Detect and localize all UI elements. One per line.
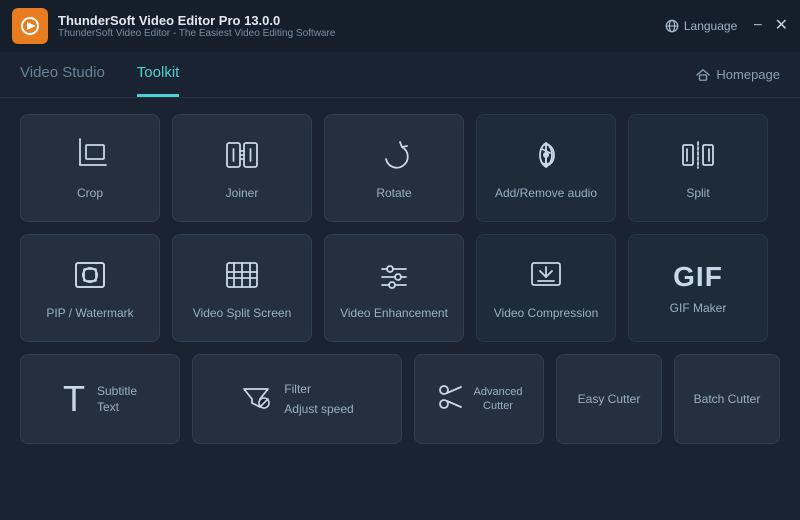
- tool-split[interactable]: Split: [628, 114, 768, 222]
- crop-label: Crop: [77, 186, 103, 200]
- title-bar-right: Language − ✕: [665, 18, 788, 34]
- window-controls: − ✕: [753, 18, 788, 34]
- rotate-label: Rotate: [376, 186, 411, 200]
- advanced-cutter-label1: Advanced: [474, 386, 523, 398]
- minimize-button[interactable]: −: [753, 18, 762, 34]
- split-icon: [680, 137, 716, 178]
- tool-rotate[interactable]: Rotate: [324, 114, 464, 222]
- homepage-button[interactable]: Homepage: [696, 67, 780, 82]
- easy-cutter-label: Easy Cutter: [578, 391, 641, 408]
- enhancement-label: Video Enhancement: [340, 306, 448, 320]
- compression-label: Video Compression: [494, 306, 599, 320]
- rotate-icon: [376, 137, 412, 178]
- tool-video-split-screen[interactable]: Video Split Screen: [172, 234, 312, 342]
- pip-icon: [72, 257, 108, 298]
- tool-subtitle-text[interactable]: T Subtitle Text: [20, 354, 180, 444]
- tool-gif-maker[interactable]: GIF GIF Maker: [628, 234, 768, 342]
- compression-icon: [528, 257, 564, 298]
- text-label: Text: [97, 400, 137, 414]
- app-title-block: ThunderSoft Video Editor Pro 13.0.0 Thun…: [58, 13, 335, 39]
- close-button[interactable]: ✕: [775, 18, 788, 34]
- subtitle-label: Subtitle: [97, 384, 137, 398]
- audio-icon: [528, 137, 564, 178]
- tool-batch-cutter[interactable]: Batch Cutter: [674, 354, 780, 444]
- tool-row-3: T Subtitle Text Filter Adjust speed: [20, 354, 780, 444]
- crop-icon: [72, 137, 108, 178]
- app-title: ThunderSoft Video Editor Pro 13.0.0: [58, 13, 335, 28]
- advanced-cutter-icon: [436, 382, 466, 417]
- enhancement-icon: [376, 257, 412, 298]
- tool-video-enhancement[interactable]: Video Enhancement: [324, 234, 464, 342]
- tab-toolkit[interactable]: Toolkit: [137, 52, 180, 97]
- joiner-icon: [224, 137, 260, 178]
- tab-video-studio[interactable]: Video Studio: [20, 52, 105, 97]
- split-label: Split: [686, 186, 709, 200]
- add-remove-audio-label: Add/Remove audio: [495, 186, 597, 200]
- tool-pip-watermark[interactable]: PIP / Watermark: [20, 234, 160, 342]
- tool-row-1: Crop Joiner: [20, 114, 780, 222]
- app-subtitle: ThunderSoft Video Editor - The Easiest V…: [58, 28, 335, 39]
- tool-filter-adjust[interactable]: Filter Adjust speed: [192, 354, 402, 444]
- batch-cutter-label: Batch Cutter: [694, 391, 761, 408]
- tool-row-2: PIP / Watermark Video Split Screen: [20, 234, 780, 342]
- homepage-label: Homepage: [716, 67, 780, 82]
- main-content: Crop Joiner: [0, 98, 800, 460]
- joiner-label: Joiner: [226, 186, 259, 200]
- nav-tabs: Video Studio Toolkit: [20, 52, 179, 97]
- title-bar: ThunderSoft Video Editor Pro 13.0.0 Thun…: [0, 0, 800, 52]
- gif-icon: GIF: [673, 261, 723, 293]
- filter-icon: [240, 381, 272, 418]
- split-screen-icon: [224, 257, 260, 298]
- tool-joiner[interactable]: Joiner: [172, 114, 312, 222]
- filter-label: Filter: [284, 382, 353, 396]
- tool-add-remove-audio[interactable]: Add/Remove audio: [476, 114, 616, 222]
- adjust-speed-label: Adjust speed: [284, 402, 353, 416]
- language-button[interactable]: Language: [665, 19, 737, 33]
- gif-label: GIF Maker: [670, 301, 727, 315]
- language-label: Language: [684, 19, 737, 33]
- nav-bar: Video Studio Toolkit Homepage: [0, 52, 800, 98]
- tool-easy-cutter[interactable]: Easy Cutter: [556, 354, 662, 444]
- split-screen-label: Video Split Screen: [193, 306, 292, 320]
- pip-label: PIP / Watermark: [46, 306, 133, 320]
- tool-crop[interactable]: Crop: [20, 114, 160, 222]
- title-bar-left: ThunderSoft Video Editor Pro 13.0.0 Thun…: [12, 8, 335, 44]
- tool-advanced-cutter[interactable]: Advanced Cutter: [414, 354, 544, 444]
- subtitle-icon: T: [63, 378, 85, 420]
- app-logo: [12, 8, 48, 44]
- advanced-cutter-label2: Cutter: [483, 400, 513, 412]
- tool-video-compression[interactable]: Video Compression: [476, 234, 616, 342]
